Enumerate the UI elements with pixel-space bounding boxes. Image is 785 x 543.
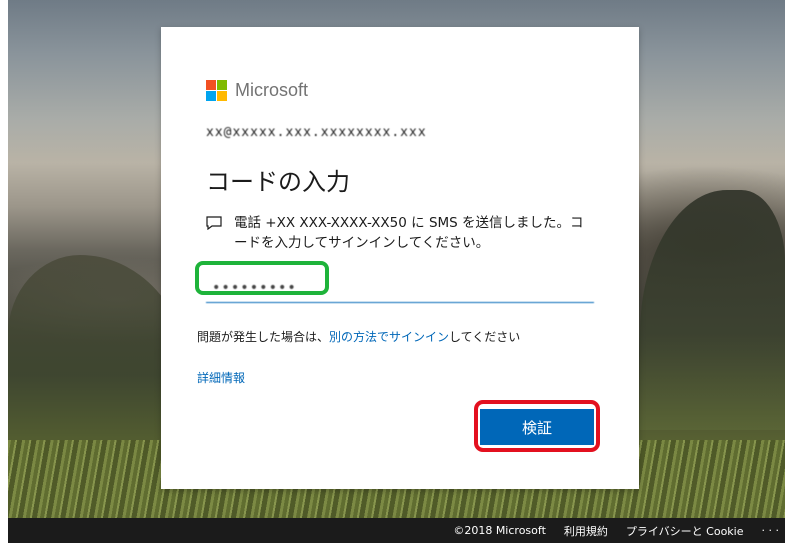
footer-more-button[interactable]: · · · <box>762 524 779 537</box>
more-info: 詳細情報 <box>197 369 245 386</box>
microsoft-logo-icon <box>206 80 227 101</box>
footer: ©2018 Microsoft 利用規約 プライバシーと Cookie · · … <box>8 518 785 543</box>
chat-icon <box>206 216 222 230</box>
logo-text: Microsoft <box>235 80 309 100</box>
sign-in-card: Microsoft xx@xxxxx.xxx.xxxxxxxx.xxx コードの… <box>161 27 639 489</box>
help-text: 問題が発生した場合は、別の方法でサインインしてください <box>197 330 521 344</box>
footer-terms-link[interactable]: 利用規約 <box>564 523 608 539</box>
footer-copyright: ©2018 Microsoft <box>453 524 546 537</box>
more-info-link[interactable]: 詳細情報 <box>197 371 245 385</box>
code-input[interactable] <box>206 273 594 303</box>
sign-in-another-way-link[interactable]: 別の方法でサインイン <box>329 330 449 344</box>
verify-button[interactable]: 検証 <box>480 409 594 445</box>
page-title: コードの入力 <box>206 168 350 196</box>
microsoft-logo: Microsoft <box>206 80 308 101</box>
account-identity: xx@xxxxx.xxx.xxxxxxxx.xxx <box>206 125 427 140</box>
sms-message: 電話 +XX XXX-XXXX-XX50 に SMS を送信しました。コードを入… <box>234 215 584 251</box>
footer-privacy-link[interactable]: プライバシーと Cookie <box>626 523 744 539</box>
sms-notice: 電話 +XX XXX-XXXX-XX50 に SMS を送信しました。コードを入… <box>206 213 586 253</box>
